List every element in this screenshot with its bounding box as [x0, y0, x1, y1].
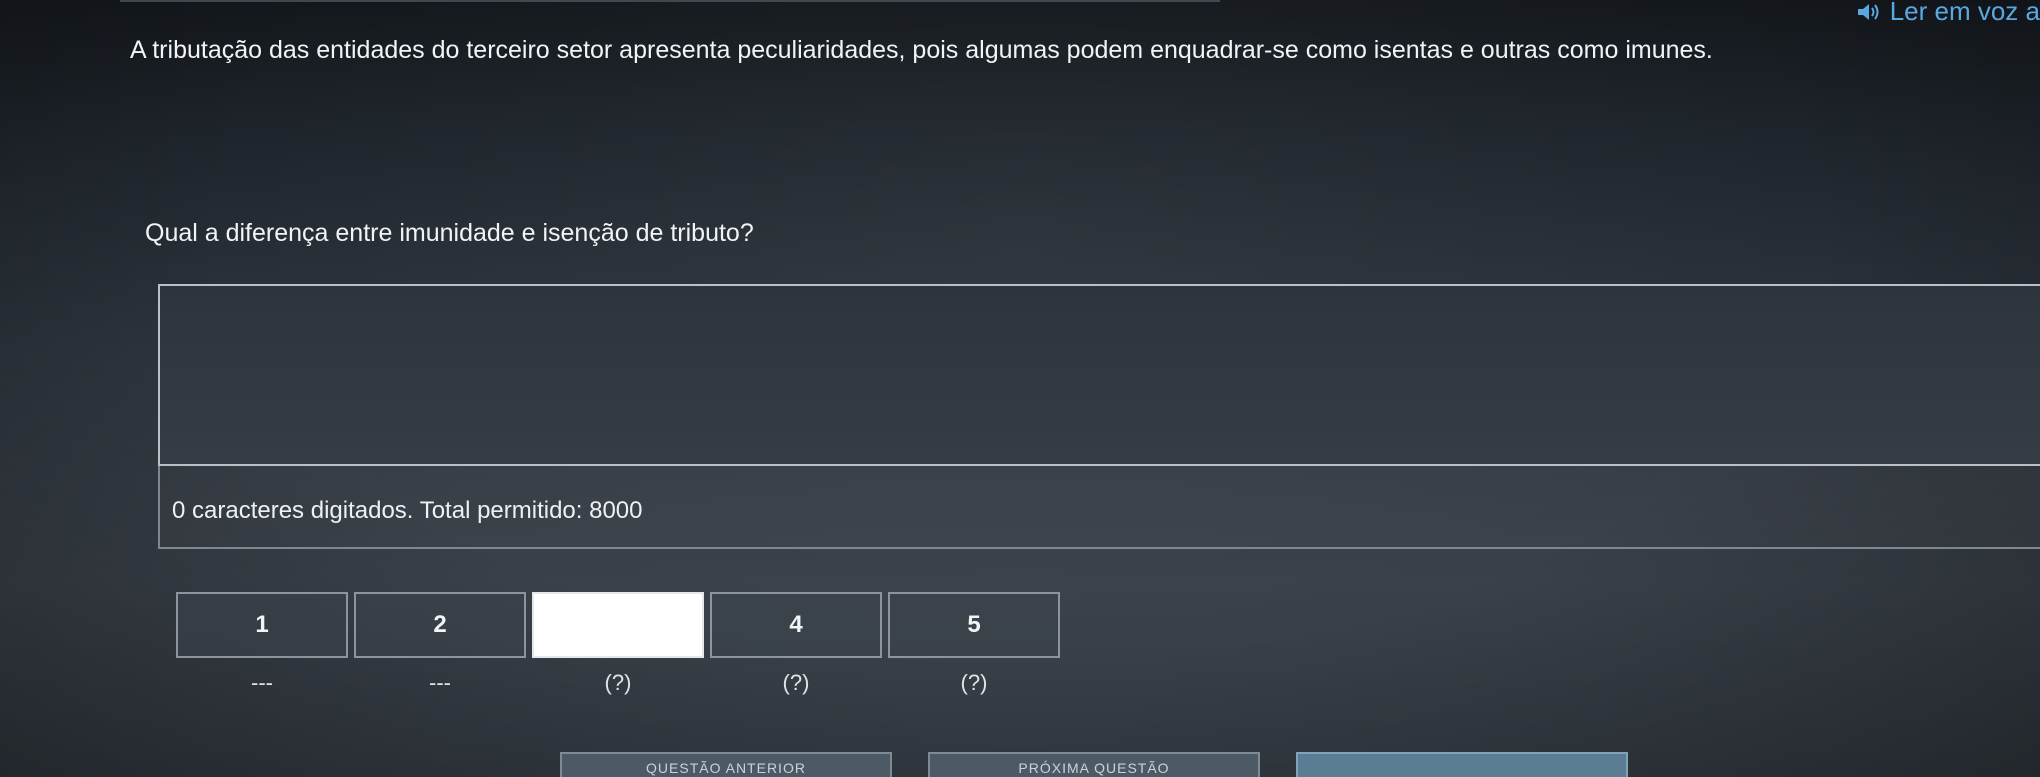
pager-item: 5 (?): [888, 592, 1060, 698]
page-status: ---: [429, 670, 451, 695]
page-status: (?): [604, 670, 632, 695]
page-button-4[interactable]: 4: [710, 592, 882, 658]
previous-question-button[interactable]: QUESTÃO ANTERIOR: [560, 752, 892, 777]
exam-screen: Ler em voz a A tributação das entidades …: [0, 0, 2040, 777]
read-aloud-button[interactable]: Ler em voz a: [1856, 0, 2040, 27]
page-button-2[interactable]: 2: [354, 592, 526, 658]
page-button-5[interactable]: 5: [888, 592, 1060, 658]
top-divider: [120, 0, 1220, 20]
question-statement: A tributação das entidades do terceiro s…: [130, 36, 1713, 64]
question-pager: 1 --- 2 --- (?) 4 (?) 5 (?): [176, 592, 1060, 698]
pager-item: 4 (?): [710, 592, 882, 698]
next-question-button[interactable]: PRÓXIMA QUESTÃO: [928, 752, 1260, 777]
answer-textarea[interactable]: [158, 284, 2040, 466]
page-button-1[interactable]: 1: [176, 592, 348, 658]
speaker-icon: [1857, 3, 1879, 20]
page-status: (?): [960, 670, 988, 695]
question-prompt: Qual a diferença entre imunidade e isenç…: [145, 219, 754, 247]
pager-item: 1 ---: [176, 592, 348, 698]
pager-item: (?): [532, 592, 704, 698]
footer-navigation: QUESTÃO ANTERIOR PRÓXIMA QUESTÃO: [560, 752, 1628, 777]
page-status: (?): [782, 670, 810, 695]
pager-item: 2 ---: [354, 592, 526, 698]
submit-button[interactable]: [1296, 752, 1628, 777]
page-status: ---: [251, 670, 273, 695]
character-counter: 0 caracteres digitados. Total permitido:…: [172, 497, 643, 524]
page-button-3-current[interactable]: [532, 592, 704, 658]
read-aloud-label: Ler em voz a: [1889, 0, 2040, 26]
